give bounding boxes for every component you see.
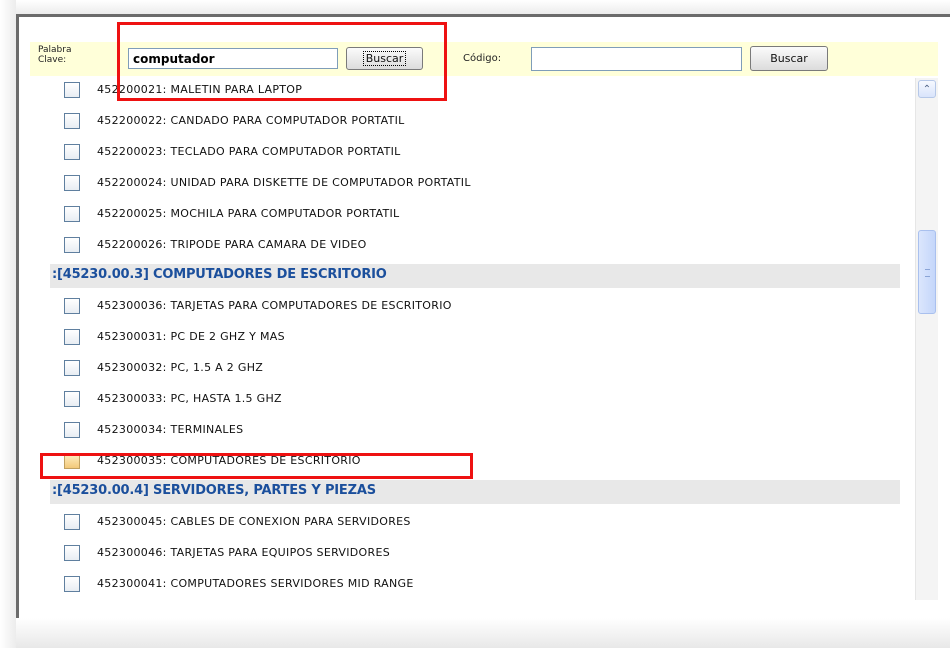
item-checkbox[interactable]	[64, 360, 80, 376]
item-label: 452200022: CANDADO PARA COMPUTADOR PORTA…	[97, 114, 405, 127]
item-label: 452300046: TARJETAS PARA EQUIPOS SERVIDO…	[97, 546, 390, 559]
list-item[interactable]: 452300045: CABLES DE CONEXION PARA SERVI…	[30, 507, 900, 538]
keyword-search-button[interactable]: Buscar	[346, 47, 423, 70]
list-item[interactable]: 452200021: MALETIN PARA LAPTOP	[30, 76, 900, 106]
scrollbar-thumb[interactable]	[918, 230, 936, 314]
item-label: 452200025: MOCHILA PARA COMPUTADOR PORTA…	[97, 207, 400, 220]
item-checkbox[interactable]	[64, 206, 80, 222]
code-search-button[interactable]: Buscar	[750, 46, 828, 71]
list-item[interactable]: 452200024: UNIDAD PARA DISKETTE DE COMPU…	[30, 168, 900, 199]
keyword-label-line1: Palabra	[38, 45, 72, 55]
keyword-label-line2: Clave:	[38, 55, 67, 65]
list-item[interactable]: 452300035: COMPUTADORES DE ESCRITORIO	[30, 446, 900, 477]
item-checkbox[interactable]	[64, 453, 80, 469]
code-search-input[interactable]	[531, 47, 742, 71]
item-label: 452200026: TRIPODE PARA CAMARA DE VIDEO	[97, 238, 367, 251]
list-item[interactable]: 452200022: CANDADO PARA COMPUTADOR PORTA…	[30, 106, 900, 137]
category-header-label: :[45230.00.3] COMPUTADORES DE ESCRITORIO	[52, 267, 387, 282]
keyword-search-button-label: Buscar	[362, 51, 407, 66]
item-label: 452300031: PC DE 2 GHZ Y MAS	[97, 330, 285, 343]
list-item[interactable]: 452200025: MOCHILA PARA COMPUTADOR PORTA…	[30, 199, 900, 230]
code-label: Código:	[463, 53, 502, 64]
item-label: 452200021: MALETIN PARA LAPTOP	[97, 83, 303, 96]
item-checkbox[interactable]	[64, 298, 80, 314]
item-checkbox[interactable]	[64, 329, 80, 345]
item-checkbox[interactable]	[64, 144, 80, 160]
item-checkbox[interactable]	[64, 545, 80, 561]
list-item[interactable]: 452300033: PC, HASTA 1.5 GHZ	[30, 384, 900, 415]
item-checkbox[interactable]	[64, 237, 80, 253]
item-checkbox[interactable]	[64, 391, 80, 407]
item-label: 452300033: PC, HASTA 1.5 GHZ	[97, 392, 282, 405]
list-item[interactable]: 452200023: TECLADO PARA COMPUTADOR PORTA…	[30, 137, 900, 168]
category-header: :[45230.00.4] SERVIDORES, PARTES Y PIEZA…	[50, 480, 900, 504]
item-label: 452200024: UNIDAD PARA DISKETTE DE COMPU…	[97, 176, 471, 189]
scroll-up-arrow-icon[interactable]: ⌃	[918, 80, 936, 98]
keyword-search-input[interactable]	[128, 48, 338, 69]
window-shadow-top	[0, 0, 950, 14]
item-label: 452300036: TARJETAS PARA COMPUTADORES DE…	[97, 299, 452, 312]
category-header: :[45230.00.3] COMPUTADORES DE ESCRITORIO	[50, 264, 900, 288]
list-item[interactable]: 452300031: PC DE 2 GHZ Y MAS	[30, 322, 900, 353]
item-label: 452300041: COMPUTADORES SERVIDORES MID R…	[97, 577, 414, 590]
keyword-label: Palabra Clave:	[38, 45, 71, 65]
item-checkbox[interactable]	[64, 514, 80, 530]
item-checkbox[interactable]	[64, 576, 80, 592]
list-item[interactable]: 452300034: TERMINALES	[30, 415, 900, 446]
item-checkbox[interactable]	[64, 175, 80, 191]
list-item[interactable]: 452300046: TARJETAS PARA EQUIPOS SERVIDO…	[30, 538, 900, 569]
item-label: 452200023: TECLADO PARA COMPUTADOR PORTA…	[97, 145, 401, 158]
window-shadow-left	[0, 0, 16, 648]
window-shadow-bottom	[16, 618, 950, 648]
list-item[interactable]: 452300036: TARJETAS PARA COMPUTADORES DE…	[30, 291, 900, 322]
item-label: 452300034: TERMINALES	[97, 423, 244, 436]
list-item[interactable]: 452300041: COMPUTADORES SERVIDORES MID R…	[30, 569, 900, 600]
vertical-scrollbar[interactable]: ⌃	[915, 78, 938, 600]
product-list: 452200021: MALETIN PARA LAPTOP 452200022:…	[30, 76, 915, 600]
category-header-label: :[45230.00.4] SERVIDORES, PARTES Y PIEZA…	[52, 483, 376, 498]
item-label: 452300045: CABLES DE CONEXION PARA SERVI…	[97, 515, 411, 528]
list-item[interactable]: 452300032: PC, 1.5 A 2 GHZ	[30, 353, 900, 384]
item-checkbox[interactable]	[64, 82, 80, 98]
item-label: 452300032: PC, 1.5 A 2 GHZ	[97, 361, 264, 374]
list-item[interactable]: 452200026: TRIPODE PARA CAMARA DE VIDEO	[30, 230, 900, 261]
item-checkbox[interactable]	[64, 113, 80, 129]
item-checkbox[interactable]	[64, 422, 80, 438]
item-label: 452300035: COMPUTADORES DE ESCRITORIO	[97, 454, 361, 467]
